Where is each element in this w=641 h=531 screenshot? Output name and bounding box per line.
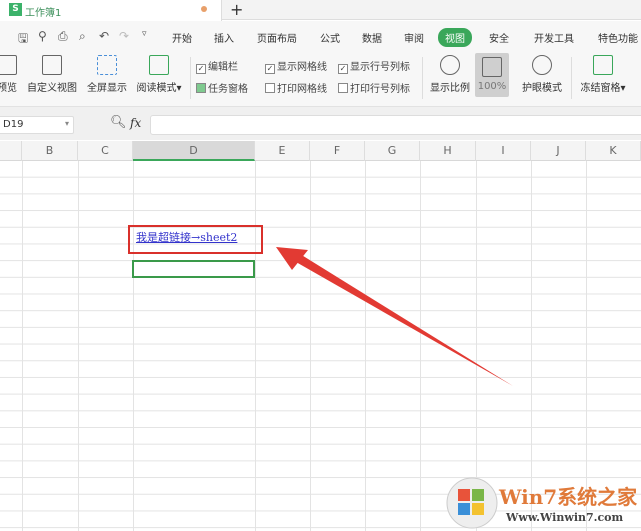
annotation-arrow <box>276 247 513 386</box>
annotation-arrow-shaft <box>296 254 513 386</box>
windows-logo-icon <box>446 477 498 529</box>
watermark-url: Www.Winwin7.com <box>506 511 624 524</box>
watermark-title: Win7系统之家 <box>499 485 638 509</box>
watermark: Win7系统之家 Www.Winwin7.com <box>444 475 641 531</box>
